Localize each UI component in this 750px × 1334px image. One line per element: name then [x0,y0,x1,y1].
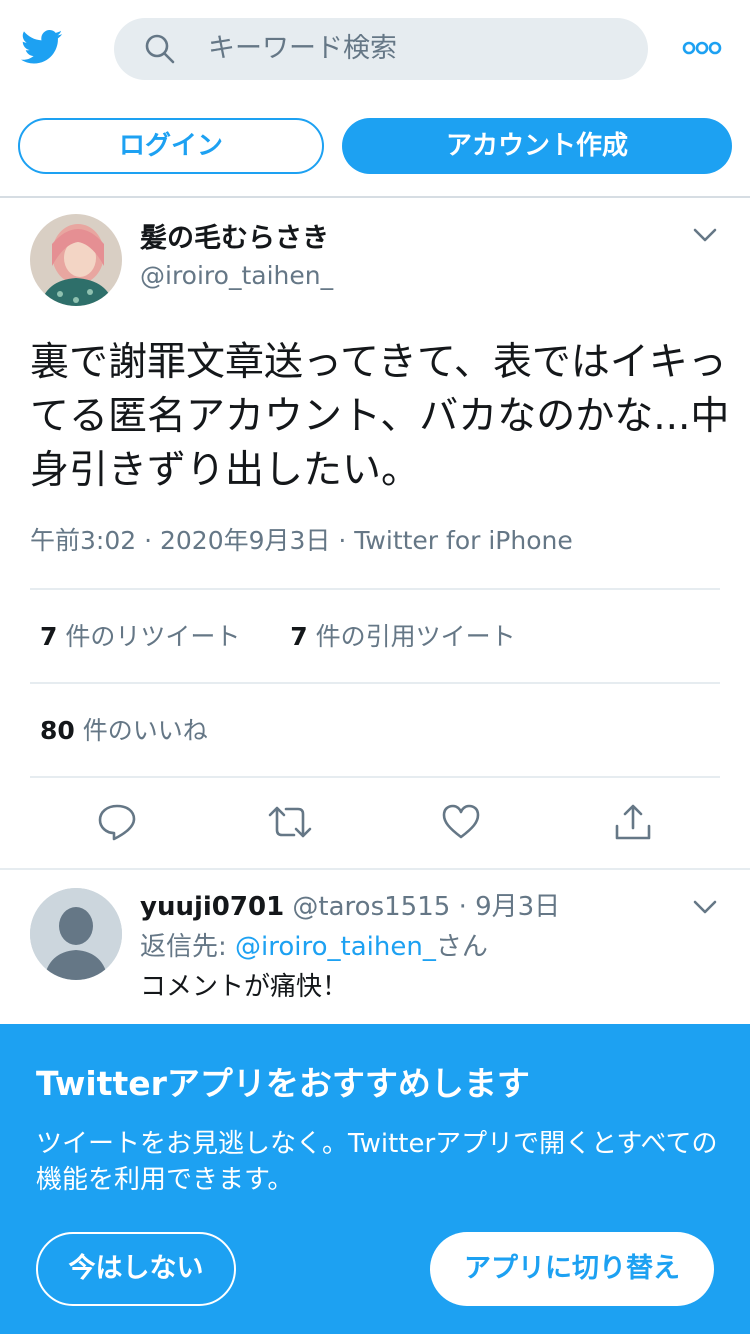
banner-body: ツイートをお見逃しなく。Twitterアプリで開くとすべての機能を利用できます。 [36,1129,718,1195]
search-bar[interactable]: キーワード検索 [114,18,648,80]
reply-date[interactable]: 9月3日 [475,892,560,922]
retweet-stats: 7 件のリツイート 7 件の引用ツイート [40,620,516,654]
tweet-text: 裏で謝罪文章送ってきて、表ではイキってる匿名アカウント、バカなのかな...中身引… [30,340,730,493]
share-icon[interactable] [613,802,653,842]
tweet-date[interactable]: 2020年9月3日 [160,526,330,555]
default-avatar-icon [30,888,122,980]
retweets-count: 7 [40,622,58,651]
search-placeholder[interactable]: キーワード検索 [208,33,397,65]
retweets-label: 件のリツイート [65,622,241,651]
reply-header: yuuji0701 @taros1515 · 9月3日 [140,890,560,924]
tweet-meta: 午前3:02 · 2020年9月3日 · Twitter for iPhone [30,524,573,558]
tweet-author-handle[interactable]: @iroiro_taihen_ [140,260,333,292]
quotes-label: 件の引用ツイート [315,622,516,651]
separator-dot: · [338,526,355,555]
switch-to-app-button[interactable]: アプリに切り替え [430,1232,714,1306]
reply-icon[interactable] [97,802,137,842]
top-bar: キーワード検索 [0,0,750,98]
app-promo-banner: Twitterアプリをおすすめします ツイートをお見逃しなく。Twitterアプ… [0,1024,750,1334]
tweet: 髪の毛むらさき @iroiro_taihen_ 裏で謝罪文章送ってきて、表ではイ… [0,198,750,868]
divider [30,776,720,778]
quotes-count: 7 [290,622,308,651]
reply-author-name[interactable]: yuuji0701 [140,892,284,922]
reply-author-handle[interactable]: @taros1515 [292,892,450,922]
banner-title: Twitterアプリをおすすめします [36,1064,530,1103]
search-icon [145,34,175,64]
reply-text: コメントが痛快！ [140,972,349,1002]
divider [30,588,720,590]
default-avatar[interactable] [30,888,122,980]
reply-to-prefix: 返信先: [140,932,236,962]
likes-label: 件のいいね [82,716,208,745]
twitter-bird-icon[interactable] [18,26,66,68]
avatar[interactable] [30,214,122,306]
more-dots-icon[interactable] [682,38,722,58]
reply-to-handle[interactable]: @iroiro_taihen_ [235,932,436,962]
tweet-time[interactable]: 午前3:02 [30,526,136,555]
likes-link[interactable]: 80 件のいいね [40,714,208,748]
retweet-icon[interactable] [268,802,312,842]
auth-buttons: ログイン アカウント作成 [0,118,750,174]
reply-to-suffix: さん [435,932,488,962]
tweet-actions [0,798,750,848]
chevron-down-icon[interactable] [692,898,718,916]
avatar-image [30,214,122,306]
quotes-link[interactable]: 7 件の引用ツイート [290,622,515,651]
reply-to: 返信先: @iroiro_taihen_さん [140,930,488,964]
divider [30,682,720,684]
retweets-link[interactable]: 7 件のリツイート [40,622,240,651]
reply-tweet[interactable]: yuuji0701 @taros1515 · 9月3日 返信先: @iroiro… [0,870,750,1030]
like-icon[interactable] [441,802,481,842]
likes-count: 80 [40,716,75,745]
separator-dot: · [458,892,476,922]
separator-dot: · [144,526,160,555]
tweet-author-name[interactable]: 髪の毛むらさき [140,222,329,256]
login-button[interactable]: ログイン [18,118,324,174]
signup-button[interactable]: アカウント作成 [342,118,732,174]
chevron-down-icon[interactable] [692,226,718,244]
not-now-button[interactable]: 今はしない [36,1232,236,1306]
tweet-source[interactable]: Twitter for iPhone [354,526,572,555]
